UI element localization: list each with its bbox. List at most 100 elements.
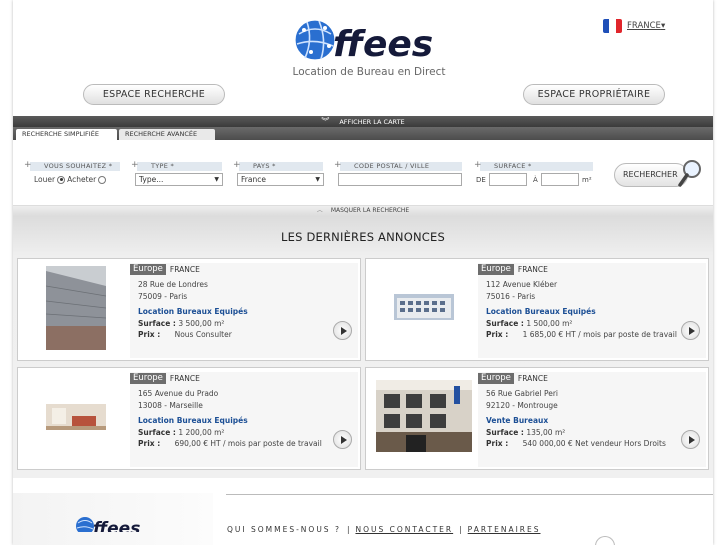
acheter-radio[interactable] <box>98 175 107 184</box>
listing-price: Prix : 1 685,00 € HT / mois par poste de… <box>486 330 677 339</box>
surface-max-input[interactable] <box>541 173 579 186</box>
surface-a-label: À <box>533 176 538 184</box>
louer-radio[interactable] <box>57 175 66 184</box>
show-map-label: AFFICHER LA CARTE <box>339 118 405 126</box>
search-panel: + VOUS SOUHAITEZ * Louer Acheter + TYPE * … <box>13 140 713 206</box>
listing-type[interactable]: Location Bureaux Equipés <box>138 307 248 316</box>
listing-type[interactable]: Location Bureaux Equipés <box>138 416 248 425</box>
footer-decoration <box>595 536 615 545</box>
listing-country: FRANCE <box>517 265 548 274</box>
listing-surface: Surface : 1 200,00 m² <box>138 428 225 437</box>
listing-type[interactable]: Vente Bureaux <box>486 416 548 425</box>
surface-de-label: DE <box>476 176 486 184</box>
type-label: + TYPE * <box>131 161 222 171</box>
chevron-up-icon: ︿ <box>316 207 323 214</box>
plus-icon: + <box>131 160 139 170</box>
listing-surface: Surface : 135,00 m² <box>486 428 566 437</box>
listing-city: 75009 - Paris <box>138 292 188 301</box>
play-arrow-icon[interactable] <box>333 430 352 449</box>
region-badge: Europe <box>130 373 166 384</box>
hide-search-label: MASQUER LA RECHERCHE <box>330 207 410 214</box>
listing-photo <box>376 380 472 452</box>
footer-separator: | <box>346 525 350 534</box>
play-arrow-icon[interactable] <box>681 430 700 449</box>
transaction-radios: Louer Acheter <box>34 175 107 184</box>
language-label: FRANCE▾ <box>627 21 666 31</box>
listing-card[interactable]: Europe FRANCE 28 Rue de Londres 75009 - … <box>17 258 361 361</box>
region-badge: Europe <box>478 264 514 275</box>
louer-label: Louer <box>34 175 56 184</box>
surface-min-input[interactable] <box>489 173 527 186</box>
tab-recherche-avancee[interactable]: RECHERCHE AVANCÉE <box>119 129 215 140</box>
listing-city: 75016 - Paris <box>486 292 536 301</box>
footer: ffees QUI SOMMES-NOUS ? | NOUS CONTACTER… <box>13 478 713 545</box>
listing-info: Europe FRANCE 112 Avenue Kléber 75016 - … <box>478 263 706 358</box>
footer-link-contact[interactable]: NOUS CONTACTER <box>355 525 453 534</box>
listing-country: FRANCE <box>517 374 548 383</box>
listing-price: Prix : Nous Consulter <box>138 330 232 339</box>
plus-icon: + <box>24 160 32 170</box>
plus-icon: + <box>334 160 342 170</box>
dropdown-arrow-icon: ▼ <box>214 176 219 183</box>
tab-recherche-simplifiee[interactable]: RECHERCHE SIMPLIFIÉE <box>16 129 117 140</box>
surface-unit: m² <box>582 176 592 184</box>
listing-info: Europe FRANCE 28 Rue de Londres 75009 - … <box>130 263 358 358</box>
espace-proprietaire-button[interactable]: ESPACE PROPRIÉTAIRE <box>523 84 665 105</box>
listing-surface: Surface : 1 500,00 m² <box>486 319 573 328</box>
footer-divider <box>226 494 713 495</box>
listing-photo <box>46 266 106 350</box>
section-title: LES DERNIÈRES ANNONCES <box>281 230 445 244</box>
type-select[interactable]: Type... ▼ <box>135 173 223 186</box>
surface-label: + SURFACE * <box>474 161 593 171</box>
listing-street: 112 Avenue Kléber <box>486 280 558 289</box>
latest-listings: LES DERNIÈRES ANNONCES Europe FRANCE 28 … <box>13 216 713 478</box>
chevron-down-icon: ︾ <box>321 117 330 126</box>
code-postal-input[interactable] <box>338 173 462 186</box>
pays-label: + PAYS * <box>233 161 323 171</box>
listing-price: Prix : 690,00 € HT / mois par poste de t… <box>138 439 322 448</box>
code-postal-label: + CODE POSTAL / VILLE <box>334 161 462 171</box>
footer-link-about[interactable]: QUI SOMMES-NOUS ? <box>227 525 341 534</box>
footer-links: QUI SOMMES-NOUS ? | NOUS CONTACTER | PAR… <box>227 525 541 534</box>
play-arrow-icon[interactable] <box>333 321 352 340</box>
hide-search-bar[interactable]: ︿ MASQUER LA RECHERCHE <box>13 206 713 216</box>
listing-photo <box>46 404 106 430</box>
pays-select[interactable]: France ▼ <box>237 173 324 186</box>
listing-street: 165 Avenue du Prado <box>138 389 219 398</box>
france-flag-icon <box>603 19 622 33</box>
listing-card[interactable]: Europe FRANCE 165 Avenue du Prado 13008 … <box>17 367 361 470</box>
dropdown-arrow-icon: ▼ <box>315 176 320 183</box>
listing-card[interactable]: Europe FRANCE 56 Rue Gabriel Peri 92120 … <box>365 367 709 470</box>
listing-info: Europe FRANCE 165 Avenue du Prado 13008 … <box>130 372 358 467</box>
listing-country: FRANCE <box>169 265 200 274</box>
page-frame: ffees Location de Bureau en Direct FRANC… <box>13 0 713 545</box>
plus-icon: + <box>233 160 241 170</box>
logo-text: ffees <box>333 24 433 64</box>
listing-country: FRANCE <box>169 374 200 383</box>
souhaitez-label: + VOUS SOUHAITEZ * <box>24 161 120 171</box>
header: ffees Location de Bureau en Direct FRANC… <box>13 0 713 116</box>
footer-link-partners[interactable]: PARTENAIRES <box>468 525 541 534</box>
footer-logo-text: ffees <box>93 519 140 532</box>
listing-photo <box>394 294 454 320</box>
footer-logo[interactable]: ffees <box>75 512 155 532</box>
footer-separator: | <box>459 525 462 534</box>
search-tabs: RECHERCHE SIMPLIFIÉE RECHERCHE AVANCÉE <box>13 127 713 140</box>
listing-card[interactable]: Europe FRANCE 112 Avenue Kléber 75016 - … <box>365 258 709 361</box>
listing-street: 56 Rue Gabriel Peri <box>486 389 559 398</box>
play-arrow-icon[interactable] <box>681 321 700 340</box>
listing-surface: Surface : 3 500,00 m² <box>138 319 225 328</box>
logo[interactable]: ffees <box>291 16 451 64</box>
region-badge: Europe <box>478 373 514 384</box>
listing-street: 28 Rue de Londres <box>138 280 208 289</box>
tagline: Location de Bureau en Direct <box>292 66 446 78</box>
espace-recherche-button[interactable]: ESPACE RECHERCHE <box>83 84 225 105</box>
acheter-label: Acheter <box>67 175 97 184</box>
listing-type[interactable]: Location Bureaux Equipés <box>486 307 596 316</box>
show-map-bar[interactable]: ︾ AFFICHER LA CARTE <box>13 116 713 127</box>
language-selector[interactable]: FRANCE▾ <box>603 19 665 33</box>
listing-city: 92120 - Montrouge <box>486 401 558 410</box>
region-badge: Europe <box>130 264 166 275</box>
plus-icon: + <box>474 160 482 170</box>
listing-city: 13008 - Marseille <box>138 401 203 410</box>
